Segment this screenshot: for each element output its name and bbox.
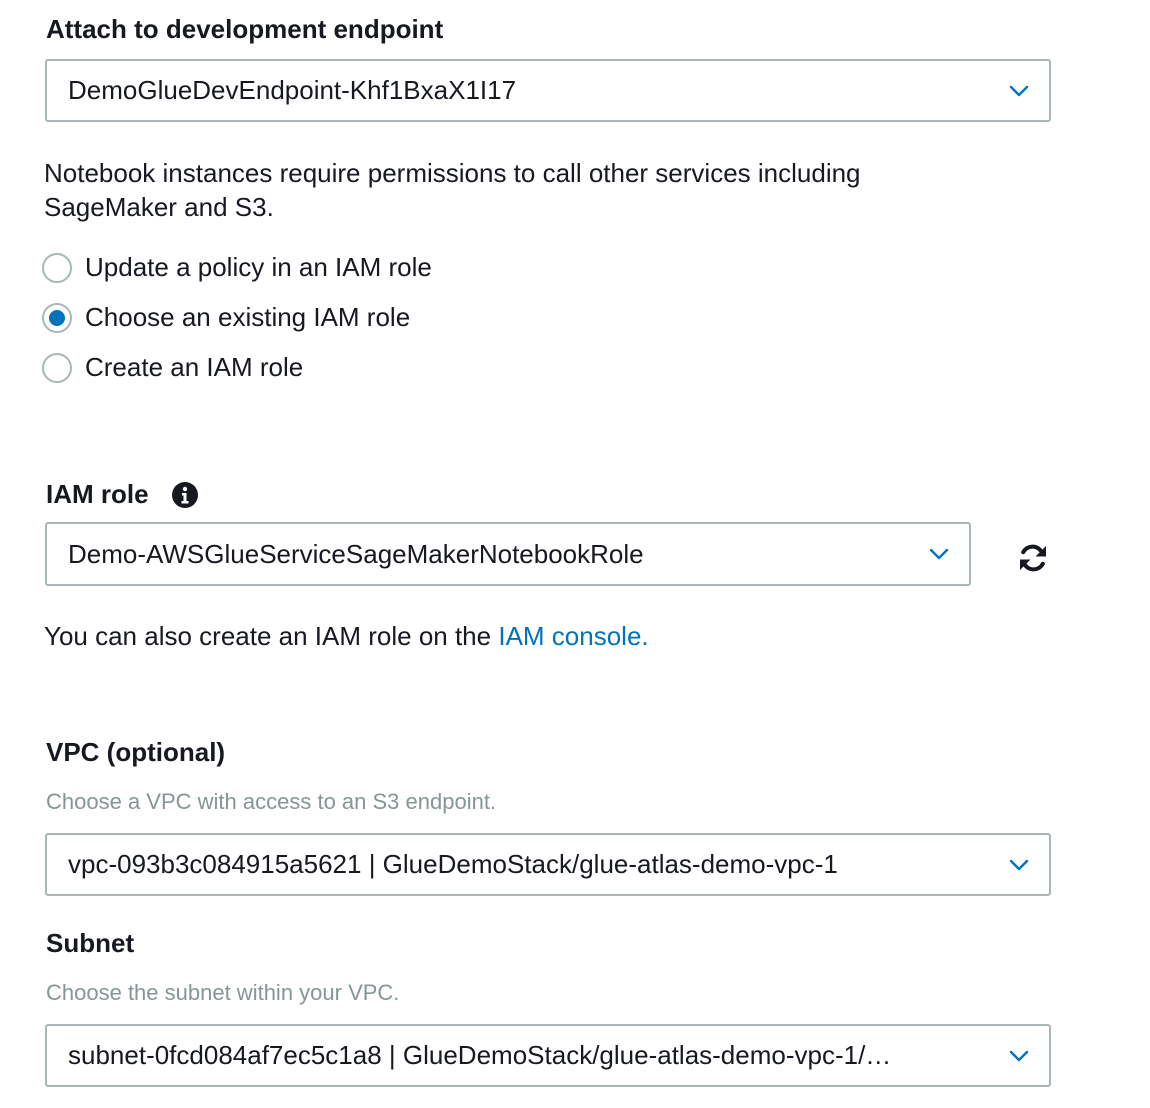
endpoint-select[interactable]: DemoGlueDevEndpoint-Khf1BxaX1I17 [45,59,1051,122]
vpc-label: VPC (optional) [46,737,226,767]
info-icon[interactable] [171,481,199,509]
vpc-select-value: vpc-093b3c084915a5621 | GlueDemoStack/gl… [68,849,838,879]
chevron-down-icon [929,548,949,560]
radio-choose-existing-role[interactable]: Choose an existing IAM role [42,302,410,333]
subnet-select[interactable]: subnet-0fcd084af7ec5c1a8 | GlueDemoStack… [45,1024,1051,1087]
iam-console-link[interactable]: IAM console. [498,621,648,651]
radio-button[interactable] [42,252,72,283]
permissions-description: Notebook instances require permissions t… [44,156,1044,224]
vpc-hint: Choose a VPC with access to an S3 endpoi… [46,789,497,814]
subnet-select-value: subnet-0fcd084af7ec5c1a8 | GlueDemoStack… [68,1040,892,1070]
iam-role-help: You can also create an IAM role on the I… [44,619,649,653]
radio-create-role[interactable]: Create an IAM role [42,352,303,383]
chevron-down-icon [1009,1050,1029,1061]
permissions-description-line-2: SageMaker and S3. [44,192,274,222]
radio-update-policy[interactable]: Update a policy in an IAM role [42,252,432,283]
iam-role-label: IAM role [46,479,149,509]
refresh-icon[interactable] [1017,542,1049,574]
subnet-hint: Choose the subnet within your VPC. [46,980,400,1005]
subnet-label: Subnet [46,928,135,958]
radio-label: Update a policy in an IAM role [85,252,432,282]
radio-button[interactable] [42,352,72,383]
radio-button-selected[interactable] [42,302,72,333]
iam-role-select[interactable]: Demo-AWSGlueServiceSageMakerNotebookRole [45,522,971,586]
radio-label: Choose an existing IAM role [85,302,411,332]
iam-role-select-value: Demo-AWSGlueServiceSageMakerNotebookRole [68,538,644,569]
chevron-down-icon [1009,85,1029,96]
vpc-select[interactable]: vpc-093b3c084915a5621 | GlueDemoStack/gl… [45,833,1051,896]
radio-label: Create an IAM role [85,352,304,382]
endpoint-label: Attach to development endpoint [46,14,444,44]
chevron-down-icon [1009,859,1029,870]
permissions-description-line-1: Notebook instances require permissions t… [44,158,861,188]
endpoint-select-value: DemoGlueDevEndpoint-Khf1BxaX1I17 [68,75,517,105]
iam-role-help-text: You can also create an IAM role on the [44,621,492,651]
